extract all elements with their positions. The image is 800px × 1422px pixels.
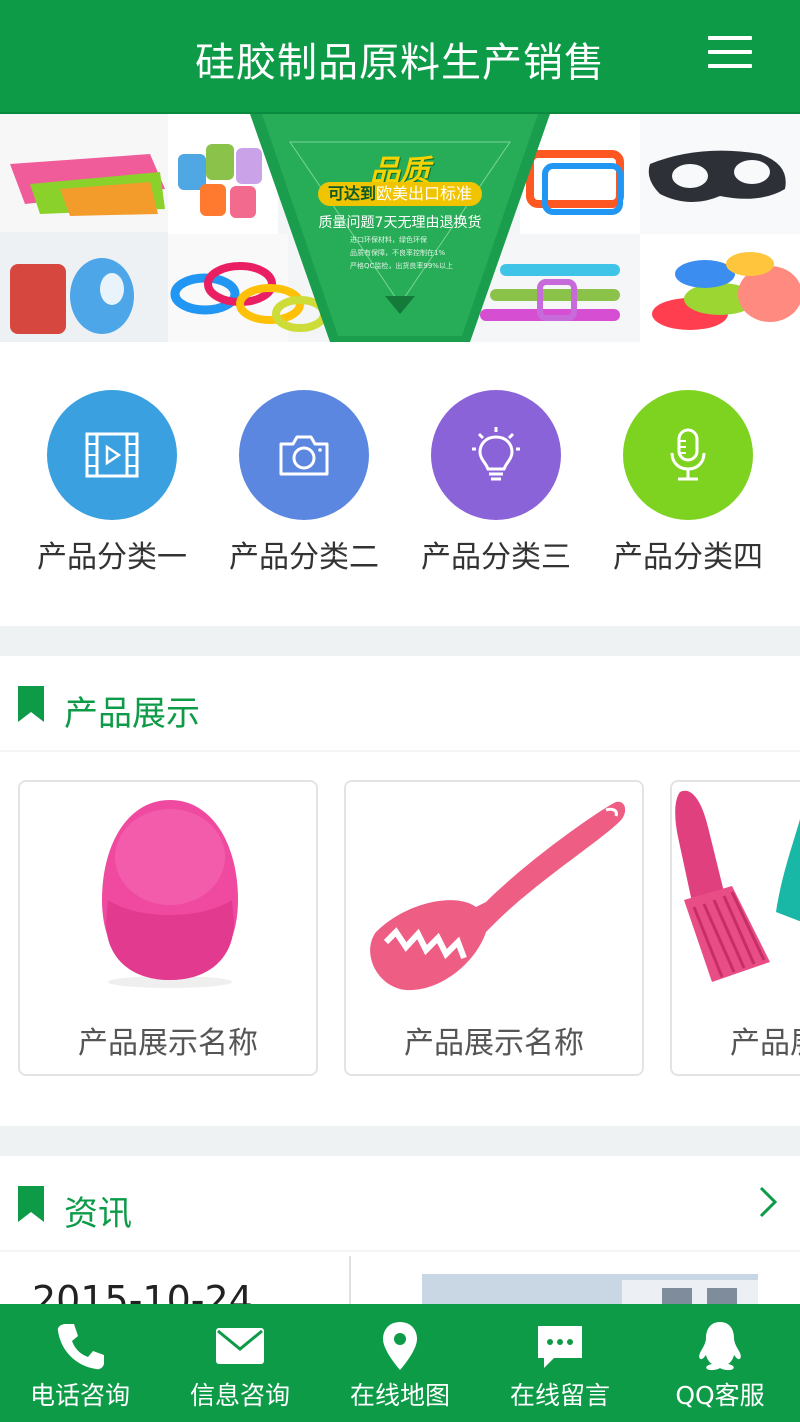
product-image-face-brush — [20, 782, 316, 1002]
section-gap — [0, 1126, 800, 1156]
map-pin-icon — [383, 1322, 417, 1370]
site-title: 硅胶制品原料生产销售 — [195, 40, 605, 86]
footer-guestbook[interactable]: 在线留言 — [480, 1304, 640, 1422]
category-item-2[interactable]: 产品分类二 — [208, 390, 400, 576]
footer-message[interactable]: 信息咨询 — [160, 1304, 320, 1422]
product-card-2[interactable]: 产品展示名称 — [344, 780, 644, 1076]
news-section-title: 资讯 — [64, 1194, 132, 1234]
product-name: 产品展示名称 — [78, 1026, 258, 1061]
footer-label: 电话咨询 — [29, 1381, 130, 1410]
banner-pill-prefix: 可达到 — [327, 184, 376, 203]
category-label: 产品分类四 — [613, 540, 763, 575]
footer-label: QQ客服 — [675, 1381, 765, 1410]
product-name: 产品展示名称 — [730, 1026, 800, 1061]
lightbulb-icon — [472, 427, 520, 481]
footer-map[interactable]: 在线地图 — [320, 1304, 480, 1422]
product-card-1[interactable]: 产品展示名称 — [18, 780, 318, 1076]
footer-label: 在线留言 — [509, 1381, 610, 1410]
footer-phone[interactable]: 电话咨询 — [0, 1304, 160, 1422]
camera-icon — [279, 435, 329, 476]
microphone-icon — [670, 428, 706, 481]
banner-pill-highlight: 欧美出口标准 — [376, 184, 473, 203]
video-icon — [85, 432, 139, 478]
footer-qq[interactable]: QQ客服 — [640, 1304, 800, 1422]
category-label: 产品分类一 — [37, 540, 187, 575]
product-image-basting-brush — [672, 782, 800, 1002]
product-image-pasta-server — [346, 782, 642, 1002]
chat-icon — [538, 1326, 582, 1368]
banner-bullet: 进口环保材料，绿色环保 — [350, 236, 427, 244]
banner-bullets: 进口环保材料，绿色环保 品质有保障，不良率控制在1% 严格QC监检，出货良率99… — [350, 234, 453, 273]
banner-subtitle: 质量问题7天无理由退换货 — [318, 215, 482, 231]
category-circle — [239, 390, 369, 520]
category-circle — [623, 390, 753, 520]
products-section-title: 产品展示 — [64, 694, 200, 734]
qq-icon — [699, 1322, 741, 1371]
footer-label: 在线地图 — [349, 1381, 450, 1410]
footer-label: 信息咨询 — [189, 1381, 290, 1410]
phone-icon — [57, 1324, 104, 1370]
envelope-icon — [216, 1328, 264, 1364]
category-circle — [47, 390, 177, 520]
category-item-4[interactable]: 产品分类四 — [592, 390, 784, 576]
category-label: 产品分类二 — [229, 540, 379, 575]
section-gap — [0, 626, 800, 656]
product-carousel[interactable]: 产品展示名称 产品展示名称 产品展示名称 — [0, 752, 800, 1126]
hero-banner[interactable]: 品质 可达到欧美出口标准 质量问题7天无理由退换货 进口环保材料，绿色环保 品质… — [0, 114, 800, 342]
category-grid: 产品分类一 产品分类二 产品分类三 产品分类四 — [0, 342, 800, 626]
product-card-3[interactable]: 产品展示名称 — [670, 780, 800, 1076]
category-label: 产品分类三 — [421, 540, 571, 575]
category-circle — [431, 390, 561, 520]
category-item-3[interactable]: 产品分类三 — [400, 390, 592, 576]
news-list: 2015-10-24 — [0, 1252, 800, 1312]
top-header: 硅胶制品原料生产销售 — [0, 0, 800, 114]
banner-pill: 可达到欧美出口标准 — [318, 182, 482, 206]
chevron-right-icon[interactable] — [756, 1184, 780, 1220]
banner-bullet: 品质有保障，不良率控制在1% — [350, 249, 446, 257]
hamburger-menu-icon[interactable] — [708, 36, 752, 72]
category-item-1[interactable]: 产品分类一 — [16, 390, 208, 576]
products-section-header: 产品展示 — [0, 656, 800, 752]
banner-bullet: 严格QC监检，出货良率99%以上 — [350, 262, 453, 270]
product-name: 产品展示名称 — [404, 1026, 584, 1061]
news-section-header: 资讯 — [0, 1156, 800, 1252]
bottom-nav: 电话咨询 信息咨询 在线地图 在线留言 QQ客服 — [0, 1304, 800, 1422]
bookmark-icon — [18, 686, 44, 722]
bookmark-icon — [18, 1186, 44, 1222]
